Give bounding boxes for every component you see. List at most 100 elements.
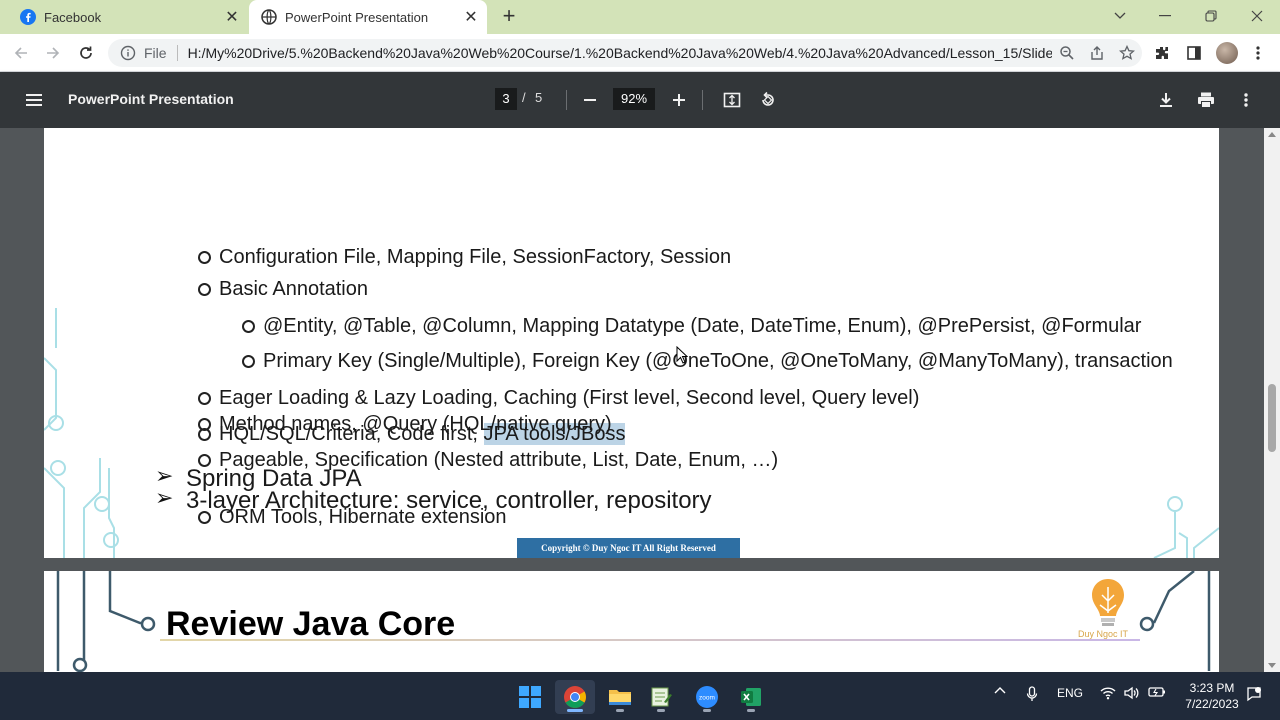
system-clock[interactable]: 3:23 PM 7/22/2023 <box>1180 680 1244 712</box>
title-underline <box>160 639 1140 641</box>
new-tab-button[interactable]: + <box>498 5 520 28</box>
windows-taskbar: zoom ENG 3:23 PM 7/22/2023 <box>0 672 1280 720</box>
running-indicator <box>747 709 755 712</box>
microphone-icon[interactable] <box>1022 686 1042 702</box>
wifi-icon[interactable] <box>1098 686 1118 700</box>
document-title: PowerPoint Presentation <box>68 91 234 107</box>
kebab-menu-icon[interactable] <box>1247 42 1269 64</box>
notification-icon[interactable] <box>1244 686 1264 702</box>
bullet-text: @Entity, @Table, @Column, Mapping Dataty… <box>263 315 1142 337</box>
show-hidden-icons-chevron-icon[interactable] <box>990 686 1010 694</box>
notepad-icon[interactable] <box>641 680 681 714</box>
tab-strip: Facebook ✕ PowerPoint Presentation ✕ + <box>0 0 1280 34</box>
zoom-in-icon[interactable] <box>667 88 691 112</box>
zoom-magnifier-icon[interactable] <box>1052 45 1082 61</box>
address-bar[interactable]: File H:/My%20Drive/5.%20Backend%20Java%2… <box>108 39 1142 67</box>
tab-powerpoint-presentation[interactable]: PowerPoint Presentation ✕ <box>249 0 487 34</box>
running-indicator <box>703 709 711 712</box>
running-indicator <box>616 709 624 712</box>
info-icon[interactable] <box>120 45 136 61</box>
bullet-pageable: Pageable, Specification (Nested attribut… <box>198 449 778 472</box>
windows-start-icon[interactable] <box>510 680 550 714</box>
divider <box>566 90 567 110</box>
volume-icon[interactable] <box>1122 686 1142 700</box>
page-total: 5 <box>535 90 543 105</box>
back-icon[interactable] <box>10 42 32 64</box>
url-text[interactable]: H:/My%20Drive/5.%20Backend%20Java%20Web%… <box>188 45 1052 61</box>
tab-title: PowerPoint Presentation <box>285 9 429 25</box>
rotate-icon[interactable] <box>756 88 780 112</box>
circle-bullet-icon <box>242 320 255 333</box>
close-tab-icon[interactable]: ✕ <box>461 7 481 27</box>
bullet-keys: Primary Key (Single/Multiple), Foreign K… <box>242 350 1173 373</box>
close-window-button[interactable] <box>1237 4 1277 28</box>
bullet-text: Method names, @Query (HQL/native query) <box>219 413 612 435</box>
language-indicator[interactable]: ENG <box>1052 686 1088 700</box>
scrollbar-thumb[interactable] <box>1268 384 1276 452</box>
bullet-text: Basic Annotation <box>219 278 368 300</box>
restore-button[interactable] <box>1191 4 1231 28</box>
circle-bullet-icon <box>242 355 255 368</box>
zoom-icon[interactable]: zoom <box>687 680 727 714</box>
bullet-text: Configuration File, Mapping File, Sessio… <box>219 246 732 268</box>
globe-icon <box>261 9 277 25</box>
pdf-page-next: Review Java Core Duy Ngoc IT <box>44 571 1219 672</box>
tab-title: Facebook <box>44 9 102 25</box>
circle-bullet-icon <box>198 251 211 264</box>
circle-bullet-icon <box>198 392 211 405</box>
download-icon[interactable] <box>1154 88 1178 112</box>
bullet-text: Pageable, Specification (Nested attribut… <box>219 449 779 471</box>
divider <box>702 90 703 110</box>
zoom-level-input[interactable]: 92% <box>613 88 655 110</box>
browser-toolbar: File H:/My%20Drive/5.%20Backend%20Java%2… <box>0 34 1280 72</box>
scroll-up-icon[interactable] <box>1268 132 1276 137</box>
more-options-icon[interactable] <box>1234 88 1258 112</box>
facebook-icon <box>20 9 36 25</box>
forward-icon[interactable] <box>42 42 64 64</box>
circle-bullet-icon <box>198 418 211 431</box>
scroll-down-icon[interactable] <box>1268 663 1276 668</box>
bookmark-star-icon[interactable] <box>1112 45 1142 61</box>
extensions-icon[interactable] <box>1151 42 1173 64</box>
zoom-label: zoom <box>699 695 715 702</box>
pdf-page-lower: Method names, @Query (HQL/native query) … <box>44 405 1219 559</box>
running-indicator <box>657 709 665 712</box>
active-indicator <box>567 709 583 712</box>
reload-icon[interactable] <box>75 42 97 64</box>
logo-text: Duy Ngoc IT <box>1078 629 1129 639</box>
partial-bullet-configuration: Configuration File, Mapping File, Sessio… <box>198 246 731 269</box>
chrome-icon[interactable] <box>555 680 595 714</box>
print-icon[interactable] <box>1194 88 1218 112</box>
battery-icon[interactable] <box>1146 686 1168 698</box>
circle-bullet-icon <box>198 283 211 296</box>
minimize-button[interactable] <box>1145 4 1185 28</box>
share-icon[interactable] <box>1082 45 1112 61</box>
bullet-basic-annotation: Basic Annotation <box>198 278 368 301</box>
arrow-bullet-icon: ➢ <box>155 485 174 510</box>
vertical-scrollbar[interactable] <box>1264 128 1280 672</box>
profile-avatar[interactable] <box>1216 42 1238 64</box>
pdf-toolbar: PowerPoint Presentation 3 / 5 92% <box>0 72 1280 128</box>
excel-icon[interactable] <box>731 680 771 714</box>
bullet-annotations: @Entity, @Table, @Column, Mapping Dataty… <box>242 315 1141 338</box>
zoom-out-icon[interactable] <box>578 88 602 112</box>
divider <box>176 45 178 61</box>
scheme-label: File <box>144 45 167 61</box>
side-panel-icon[interactable] <box>1183 42 1205 64</box>
hamburger-menu-icon[interactable] <box>24 90 44 110</box>
circle-bullet-icon <box>198 454 211 467</box>
page-number-input[interactable]: 3 <box>495 88 517 110</box>
tab-search-chevron-icon[interactable] <box>1100 4 1140 28</box>
tab-facebook[interactable]: Facebook ✕ <box>8 0 248 34</box>
fit-to-page-icon[interactable] <box>720 88 744 112</box>
clock-date: 7/22/2023 <box>1185 697 1239 711</box>
pdf-viewport[interactable]: Configuration File, Mapping File, Sessio… <box>0 128 1264 672</box>
heading-architecture: 3-layer Architecture: service, controlle… <box>186 487 712 514</box>
close-tab-icon[interactable]: ✕ <box>222 7 242 27</box>
bullet-text: Primary Key (Single/Multiple), Foreign K… <box>263 350 1173 372</box>
clock-time: 3:23 PM <box>1189 681 1235 695</box>
file-explorer-icon[interactable] <box>600 680 640 714</box>
copyright-banner: Copyright © Duy Ngoc IT All Right Reserv… <box>517 538 740 558</box>
mouse-cursor-icon <box>676 346 688 364</box>
page-separator: / <box>522 90 526 105</box>
